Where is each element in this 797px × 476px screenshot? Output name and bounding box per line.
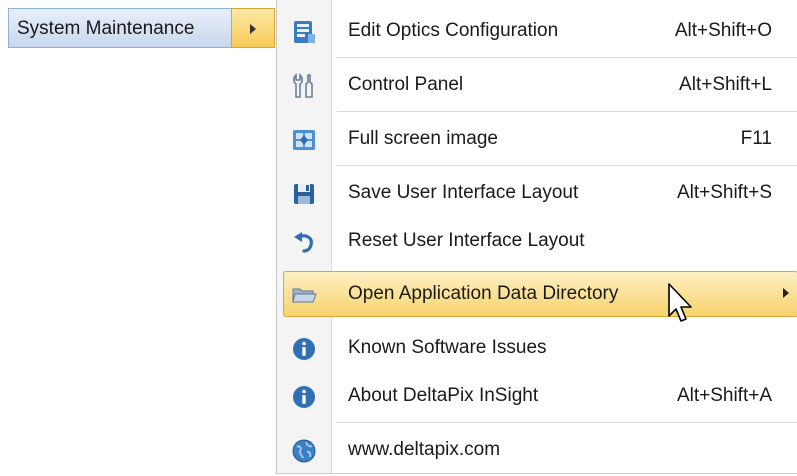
menu-item-label: Known Software Issues	[348, 337, 547, 358]
menu-item-system-maintenance[interactable]: System Maintenance	[8, 8, 275, 48]
menu-item-about-deltapix[interactable]: About DeltaPix InSight Alt+Shift+A	[277, 370, 797, 422]
menu-item-shortcut: F11	[740, 128, 772, 149]
menu-item-website-link[interactable]: www.deltapix.com	[277, 424, 797, 476]
menu-item-save-ui-layout[interactable]: Save User Interface Layout Alt+Shift+S	[277, 167, 797, 219]
menu-item-label: Edit Optics Configuration	[348, 20, 559, 41]
menu-item-shortcut: Alt+Shift+A	[676, 385, 772, 406]
menu-item-shortcut: Alt+Shift+L	[679, 74, 772, 95]
menu-separator	[337, 111, 797, 112]
system-maintenance-submenu: Edit Optics Configuration Alt+Shift+O Co…	[276, 0, 797, 474]
menu-separator	[337, 422, 797, 423]
menu-item-open-app-data-directory[interactable]: Open Application Data Directory	[277, 268, 797, 320]
mouse-cursor-icon	[668, 283, 692, 322]
control-panel-icon	[292, 73, 313, 98]
menu-item-reset-ui-layout[interactable]: Reset User Interface Layout	[277, 215, 797, 267]
menu-item-label: Reset User Interface Layout	[348, 230, 585, 251]
menu-item-label: Open Application Data Directory	[348, 283, 619, 304]
menu-item-label: Control Panel	[348, 74, 464, 95]
menu-item-label: About DeltaPix InSight	[348, 385, 539, 406]
edit-optics-icon	[294, 21, 315, 43]
undo-icon	[294, 232, 313, 253]
menu-item-shortcut: Alt+Shift+O	[674, 20, 772, 41]
info-icon	[293, 386, 315, 408]
menu-item-known-software-issues[interactable]: Known Software Issues	[277, 322, 797, 374]
menu-item-shortcut: Alt+Shift+S	[676, 182, 772, 203]
submenu-expand-indicator[interactable]	[231, 8, 275, 48]
chevron-right-icon	[783, 288, 789, 298]
menu-item-control-panel[interactable]: Control Panel Alt+Shift+L	[277, 59, 797, 111]
menu-separator	[337, 165, 797, 166]
menu-item-label: www.deltapix.com	[348, 439, 501, 460]
menu-item-label: System Maintenance	[17, 18, 195, 39]
menu-item-label: Save User Interface Layout	[348, 182, 579, 203]
menu-separator	[337, 57, 797, 58]
chevron-right-icon	[250, 24, 256, 34]
info-icon	[293, 338, 315, 360]
folder-icon	[292, 288, 317, 303]
menu-item-full-screen-image[interactable]: Full screen image F11	[277, 113, 797, 165]
menu-item-label: Full screen image	[348, 128, 498, 149]
menu-item-edit-optics-configuration[interactable]: Edit Optics Configuration Alt+Shift+O	[277, 5, 797, 57]
save-icon	[294, 184, 314, 204]
globe-icon	[292, 439, 316, 463]
fullscreen-icon	[293, 130, 315, 150]
